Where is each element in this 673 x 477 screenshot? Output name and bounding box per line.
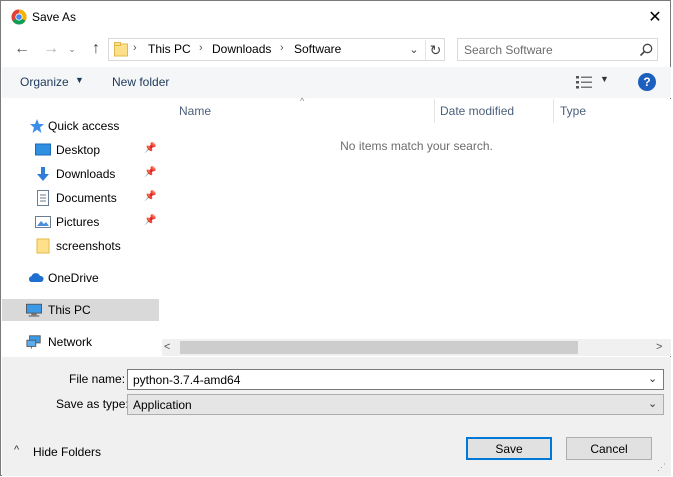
chrome-icon: [11, 9, 27, 25]
sidebar-item-label: Desktop: [56, 143, 101, 157]
folder-icon: [36, 238, 50, 254]
search-input[interactable]: [464, 42, 634, 58]
sidebar-item-this-pc[interactable]: This PC: [2, 299, 159, 321]
filename-label: File name:: [69, 372, 126, 386]
chevron-down-icon[interactable]: ⌄: [648, 397, 657, 410]
sidebar-item-documents[interactable]: Documents 📌: [2, 187, 159, 209]
refresh-button[interactable]: ↻: [425, 40, 445, 60]
help-button[interactable]: ?: [638, 73, 656, 91]
sidebar-item-desktop[interactable]: Desktop 📌: [2, 139, 159, 161]
pin-icon[interactable]: 📌: [144, 191, 156, 202]
column-header-date-modified[interactable]: Date modified: [440, 104, 514, 118]
sidebar-item-label: This PC: [48, 303, 91, 317]
save-as-dialog: Save As ✕ ← → ⌄ ↑ › This PC › Downloads …: [0, 0, 671, 476]
star-icon: [30, 119, 44, 133]
sidebar-item-label: Documents: [56, 191, 117, 205]
pictures-icon: [35, 216, 51, 228]
search-box[interactable]: [457, 38, 658, 61]
address-bar[interactable]: › This PC › Downloads › Software ⌄ ↻: [108, 38, 445, 61]
recent-locations-button[interactable]: ⌄: [65, 40, 79, 58]
arrow-up-icon: ↑: [92, 40, 100, 57]
column-divider[interactable]: [553, 99, 554, 123]
sidebar-item-label: screenshots: [56, 239, 121, 253]
sort-ascending-icon: ^: [300, 96, 305, 106]
cancel-button[interactable]: Cancel: [566, 437, 652, 460]
new-folder-button[interactable]: New folder: [112, 75, 169, 89]
chevron-down-icon[interactable]: ⌄: [648, 372, 657, 385]
breadcrumb-downloads[interactable]: Downloads: [212, 42, 271, 56]
hide-folders-label: Hide Folders: [33, 445, 102, 459]
column-divider[interactable]: [434, 99, 435, 123]
search-icon[interactable]: [638, 42, 654, 58]
network-icon: [26, 335, 41, 349]
sidebar-item-label: Network: [48, 335, 93, 349]
sidebar-item-quick-access[interactable]: Quick access: [2, 115, 159, 137]
save-button[interactable]: Save: [466, 437, 552, 460]
refresh-icon: ↻: [429, 41, 442, 58]
organize-button[interactable]: Organize: [20, 75, 69, 89]
sidebar-item-screenshots[interactable]: screenshots: [2, 235, 159, 257]
documents-icon: [37, 190, 49, 206]
caret-down-icon[interactable]: ▼: [75, 75, 84, 85]
command-toolbar: Organize ▼ New folder ▼ ?: [2, 67, 671, 98]
save-as-type-value: Application: [133, 398, 192, 412]
column-header-type[interactable]: Type: [560, 104, 586, 118]
chevron-down-icon: ⌄: [68, 43, 76, 54]
computer-icon: [26, 303, 42, 317]
view-options-icon[interactable]: [575, 74, 593, 90]
sidebar-item-network[interactable]: Network: [2, 331, 159, 353]
close-icon: ✕: [648, 9, 662, 26]
save-as-type-select[interactable]: Application ⌄: [127, 394, 664, 415]
scrollbar-thumb[interactable]: [180, 341, 578, 354]
pin-icon[interactable]: 📌: [144, 215, 156, 226]
title-bar: Save As ✕: [1, 1, 670, 33]
save-as-type-label: Save as type:: [56, 397, 129, 411]
sidebar-item-pictures[interactable]: Pictures 📌: [2, 211, 159, 233]
navigation-pane: Quick access Desktop 📌 Downloads 📌 Docum…: [2, 99, 161, 355]
chevron-down-icon: ⌄: [409, 44, 419, 56]
download-icon: [37, 167, 49, 181]
horizontal-scrollbar[interactable]: < >: [162, 339, 671, 356]
file-list: ^ Name Date modified Type No items match…: [162, 96, 671, 355]
sidebar-item-downloads[interactable]: Downloads 📌: [2, 163, 159, 185]
sidebar-item-label: Quick access: [48, 119, 120, 133]
breadcrumb-separator: ›: [133, 42, 137, 54]
column-header-name[interactable]: Name: [179, 104, 211, 118]
back-button[interactable]: ←: [11, 38, 33, 60]
close-button[interactable]: ✕: [641, 5, 669, 29]
resize-grip-icon[interactable]: ⋰: [657, 462, 666, 473]
scroll-left-icon[interactable]: <: [164, 341, 170, 353]
folder-icon: [114, 42, 128, 57]
filename-combobox[interactable]: ⌄: [127, 369, 664, 390]
address-dropdown-button[interactable]: ⌄: [407, 41, 421, 58]
filename-input[interactable]: [133, 372, 633, 388]
arrow-right-icon: →: [43, 40, 59, 57]
sidebar-item-label: Downloads: [56, 167, 116, 181]
save-form-area: File name: ⌄ Save as type: Application ⌄…: [2, 357, 671, 476]
arrow-left-icon: ←: [14, 40, 30, 57]
breadcrumb-separator[interactable]: ›: [199, 42, 203, 54]
help-icon: ?: [643, 75, 651, 89]
pin-icon[interactable]: 📌: [144, 143, 156, 154]
forward-button[interactable]: →: [40, 38, 62, 60]
chevron-up-icon: ^: [14, 444, 20, 456]
sidebar-item-label: OneDrive: [48, 271, 99, 285]
empty-state-message: No items match your search.: [340, 139, 493, 153]
cloud-icon: [28, 273, 44, 282]
breadcrumb-this-pc[interactable]: This PC: [148, 42, 191, 56]
window-title: Save As: [32, 10, 77, 24]
scroll-right-icon[interactable]: >: [656, 341, 662, 353]
desktop-icon: [35, 143, 51, 156]
up-button[interactable]: ↑: [85, 38, 107, 60]
sidebar-item-label: Pictures: [56, 215, 100, 229]
sidebar-item-onedrive[interactable]: OneDrive: [2, 267, 159, 289]
breadcrumb-separator[interactable]: ›: [280, 42, 284, 54]
pin-icon[interactable]: 📌: [144, 167, 156, 178]
caret-down-icon[interactable]: ▼: [600, 74, 609, 84]
breadcrumb-software[interactable]: Software: [294, 42, 341, 56]
